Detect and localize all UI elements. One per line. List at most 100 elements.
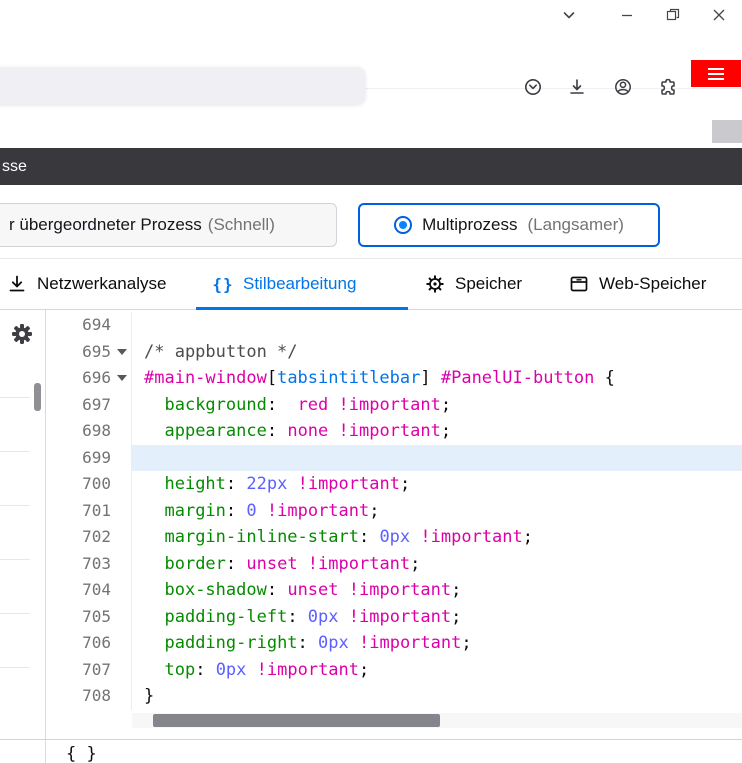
process-option-multiprocess[interactable]: Multiprozess (Langsamer) (358, 203, 660, 247)
extensions-icon[interactable] (651, 70, 685, 104)
token-punct (144, 395, 164, 415)
code-text[interactable]: appearance: none !important; (132, 418, 742, 445)
page-header: sse (0, 148, 742, 185)
fold-slot (113, 630, 131, 657)
line-gutter: 694 (46, 312, 132, 339)
token-punct: [ (267, 368, 277, 388)
code-line: 700 height: 22px !important; (46, 471, 742, 498)
line-number: 702 (82, 524, 113, 551)
tab-web-speicher[interactable]: Web-Speicher (552, 259, 742, 309)
page-header-truncated-text: sse (2, 158, 27, 176)
close-button[interactable] (696, 0, 742, 30)
code-text[interactable]: #main-window[tabsintitlebar] #PanelUI-bu… (132, 365, 742, 392)
download-icon[interactable] (560, 70, 594, 104)
chevron-down-icon[interactable] (546, 0, 592, 30)
line-number: 696 (82, 365, 113, 392)
line-number: 700 (82, 471, 113, 498)
code-line: 705 padding-left: 0px !important; (46, 604, 742, 631)
code-text[interactable]: } (132, 683, 742, 710)
fold-slot (113, 471, 131, 498)
token-value: none !important (287, 421, 441, 441)
tab-stilbearbeitung[interactable]: {} Stilbearbeitung (196, 259, 408, 309)
tab-netzwerkanalyse[interactable]: Netzwerkanalyse (0, 259, 192, 309)
token-num: 0 (246, 501, 256, 521)
stylesheet-list-separator (0, 505, 30, 506)
token-punct: : (195, 660, 215, 680)
stylesheet-list-pane (0, 310, 46, 763)
minimize-button[interactable] (604, 0, 650, 30)
token-prop: border (164, 554, 225, 574)
token-punct (144, 474, 164, 494)
radio-selected-icon (394, 216, 412, 234)
code-text[interactable] (132, 312, 742, 339)
token-punct: ; (461, 633, 471, 653)
stylesheet-list-separator (0, 613, 30, 614)
code-text[interactable]: margin: 0 !important; (132, 498, 742, 525)
token-prop: top (164, 660, 195, 680)
token-prop: background (164, 395, 266, 415)
token-prop: box-shadow (164, 580, 266, 600)
code-text[interactable]: padding-left: 0px !important; (132, 604, 742, 631)
token-punct: : (226, 501, 246, 521)
pane-scrollbar-thumb[interactable] (34, 383, 41, 411)
stylesheet-list-separator (0, 559, 30, 560)
restore-button[interactable] (650, 0, 696, 30)
token-value: red !important (298, 395, 441, 415)
code-text[interactable]: /* appbutton */ (132, 339, 742, 366)
fold-slot (113, 418, 131, 445)
account-icon[interactable] (606, 70, 640, 104)
code-line: 696 #main-window[tabsintitlebar] #PanelUI… (46, 365, 742, 392)
fold-slot (113, 657, 131, 684)
token-punct (246, 660, 256, 680)
token-num: 22px (246, 474, 287, 494)
line-gutter: 701 (46, 498, 132, 525)
horizontal-scrollbar-thumb[interactable] (153, 714, 440, 727)
network-icon (6, 273, 28, 295)
stylesheet-list-separator (0, 667, 30, 668)
line-gutter: 703 (46, 551, 132, 578)
process-option-parent-process[interactable]: r übergeordneter Prozess (Schnell) (0, 203, 337, 247)
page-scrollbar-fragment[interactable] (712, 120, 742, 143)
token-id: #main-window (144, 368, 267, 388)
line-number: 705 (82, 604, 113, 631)
tab-label: Stilbearbeitung (243, 274, 356, 294)
token-punct: : (226, 554, 246, 574)
option-label: Multiprozess (422, 215, 517, 235)
fold-arrow-icon[interactable] (113, 339, 131, 366)
token-punct: : (267, 395, 298, 415)
code-line: 707 top: 0px !important; (46, 657, 742, 684)
url-bar[interactable] (0, 67, 365, 104)
token-value: !important (267, 501, 369, 521)
browser-window: sse r übergeordneter Prozess (Schnell) M… (0, 0, 742, 763)
stylesheet-list-separator (0, 451, 30, 452)
token-punct (144, 501, 164, 521)
gear-icon[interactable] (10, 322, 34, 346)
token-punct (349, 633, 359, 653)
line-number: 699 (82, 445, 113, 472)
code-text[interactable]: box-shadow: unset !important; (132, 577, 742, 604)
fold-slot (113, 498, 131, 525)
code-text[interactable]: padding-right: 0px !important; (132, 630, 742, 657)
fold-arrow-icon[interactable] (113, 365, 131, 392)
code-text[interactable]: margin-inline-start: 0px !important; (132, 524, 742, 551)
code-text[interactable]: background: red !important; (132, 392, 742, 419)
pocket-icon[interactable] (516, 70, 550, 104)
line-gutter: 704 (46, 577, 132, 604)
code-text[interactable]: height: 22px !important; (132, 471, 742, 498)
partial-code-text: { } (66, 744, 97, 763)
token-punct: ; (441, 421, 451, 441)
css-source-editor[interactable]: 694695 /* appbutton */ 696 #main-window[tab… (46, 312, 742, 710)
token-prop: margin (164, 501, 225, 521)
active-code-line[interactable] (132, 445, 742, 472)
code-line: 702 margin-inline-start: 0px !important; (46, 524, 742, 551)
code-text[interactable]: top: 0px !important; (132, 657, 742, 684)
token-punct: : (287, 607, 307, 627)
line-number: 707 (82, 657, 113, 684)
code-text[interactable]: border: unset !important; (132, 551, 742, 578)
token-prop: padding-left (164, 607, 287, 627)
hamburger-menu-button[interactable] (691, 60, 741, 87)
fold-slot (113, 604, 131, 631)
tab-speicher[interactable]: Speicher (410, 259, 550, 309)
line-number: 695 (82, 339, 113, 366)
line-gutter: 708 (46, 683, 132, 710)
